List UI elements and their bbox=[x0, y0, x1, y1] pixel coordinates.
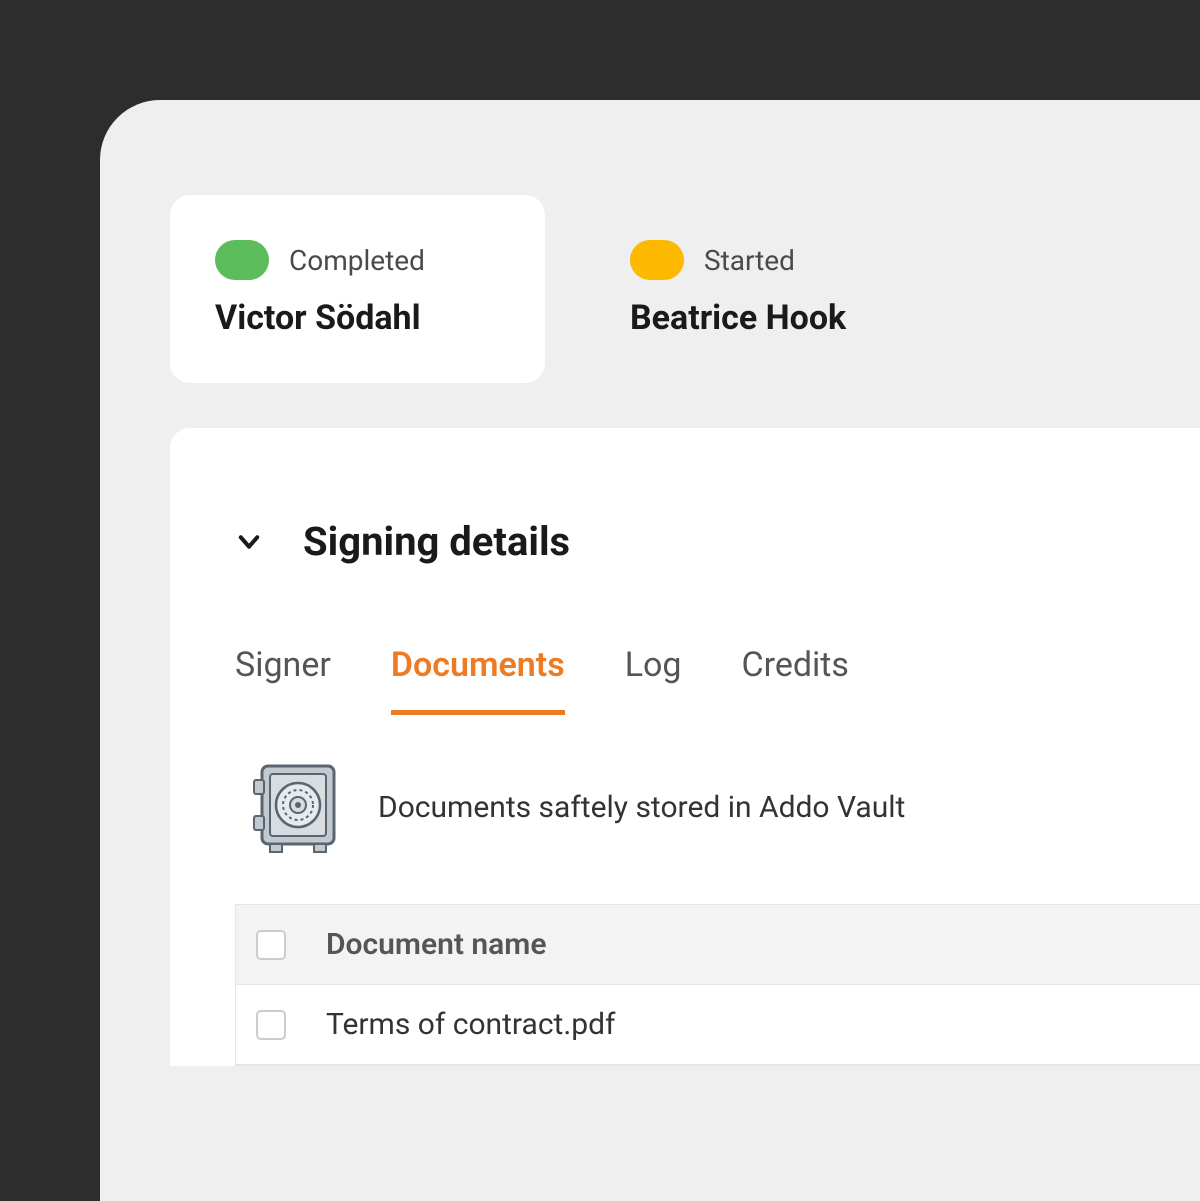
vault-text: Documents saftely stored in Addo Vault bbox=[378, 790, 905, 825]
status-label: Started bbox=[704, 244, 795, 277]
signer-name: Beatrice Hook bbox=[630, 298, 846, 338]
status-label: Completed bbox=[289, 244, 425, 277]
vault-row: Documents saftely stored in Addo Vault bbox=[170, 715, 1200, 854]
signer-status-row: Started bbox=[630, 240, 846, 280]
tab-log[interactable]: Log bbox=[625, 645, 682, 715]
vault-safe-icon bbox=[250, 760, 338, 854]
document-name-cell: Terms of contract.pdf bbox=[326, 1007, 615, 1042]
section-header[interactable]: Signing details bbox=[170, 518, 1200, 565]
chevron-down-icon bbox=[235, 528, 263, 556]
app-window: Completed Victor Södahl Started Beatrice… bbox=[100, 100, 1200, 1201]
tab-documents[interactable]: Documents bbox=[391, 645, 565, 715]
table-row[interactable]: Terms of contract.pdf bbox=[236, 985, 1200, 1065]
signer-cards: Completed Victor Södahl Started Beatrice… bbox=[100, 100, 1200, 383]
documents-table: Document name Terms of contract.pdf bbox=[235, 904, 1200, 1066]
column-header-name: Document name bbox=[326, 927, 546, 962]
checkbox-row[interactable] bbox=[256, 1010, 286, 1040]
tabs: Signer Documents Log Credits bbox=[170, 565, 1200, 715]
tab-credits[interactable]: Credits bbox=[742, 645, 849, 715]
status-pill-yellow bbox=[630, 240, 684, 280]
signer-status-row: Completed bbox=[215, 240, 425, 280]
signer-card-started[interactable]: Started Beatrice Hook bbox=[585, 195, 966, 383]
section-title: Signing details bbox=[303, 518, 570, 565]
signer-card-completed[interactable]: Completed Victor Södahl bbox=[170, 195, 545, 383]
tab-signer[interactable]: Signer bbox=[235, 645, 331, 715]
details-panel: Signing details Signer Documents Log Cre… bbox=[170, 428, 1200, 1066]
checkbox-select-all[interactable] bbox=[256, 930, 286, 960]
table-header: Document name bbox=[236, 905, 1200, 985]
status-pill-green bbox=[215, 240, 269, 280]
signer-name: Victor Södahl bbox=[215, 298, 425, 338]
